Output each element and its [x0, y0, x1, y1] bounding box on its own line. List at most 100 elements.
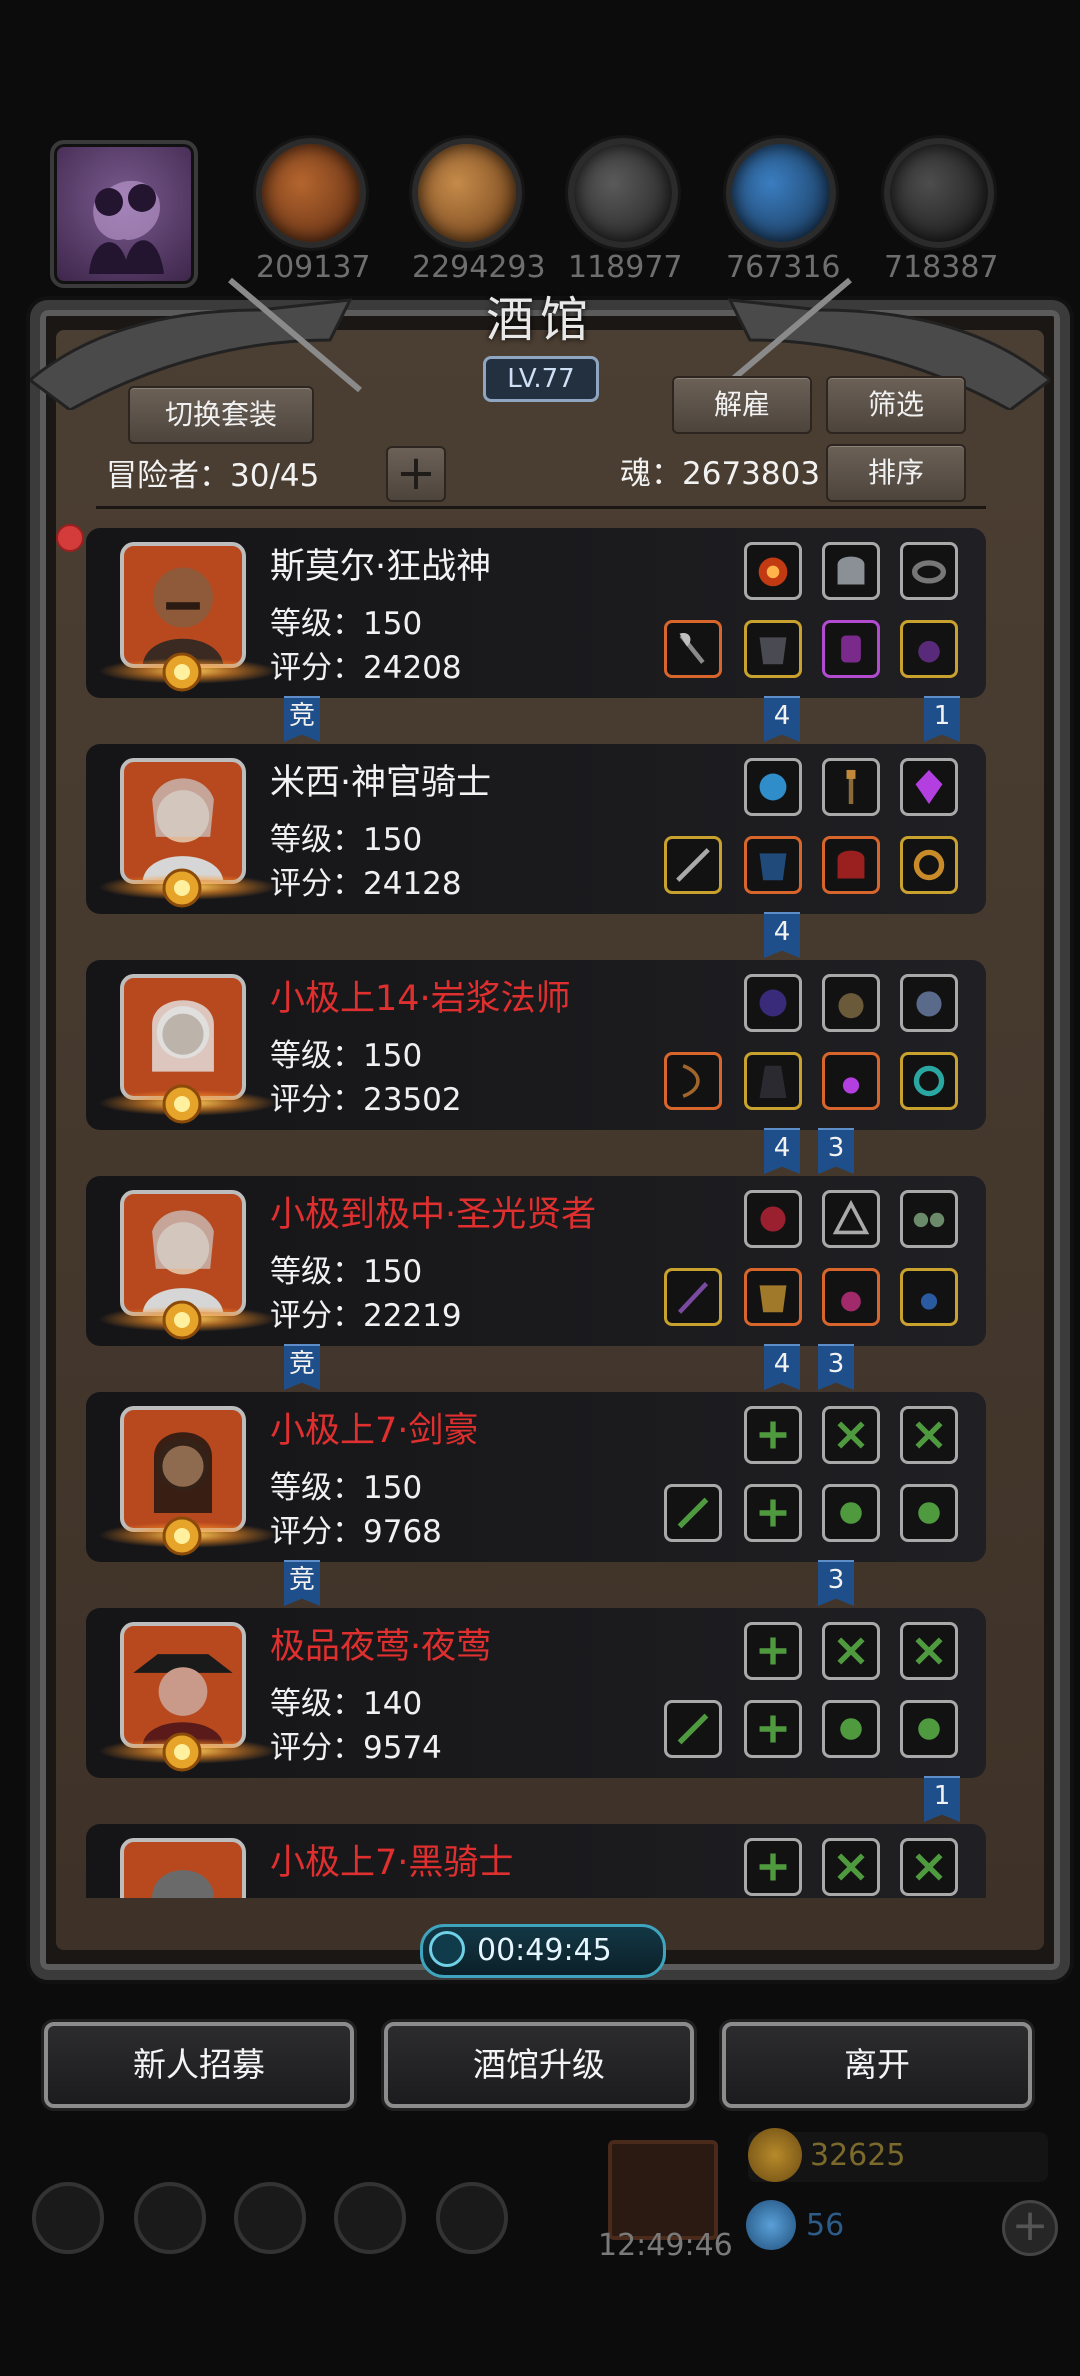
- blue-pendant-icon[interactable]: [900, 1268, 958, 1326]
- hero-row[interactable]: 小极上14·岩浆法师 等级：150 评分：23502: [86, 960, 986, 1130]
- hero-level: 等级：150: [270, 822, 423, 858]
- resource-stone[interactable]: 118977: [568, 138, 683, 285]
- sort-button[interactable]: 排序: [826, 444, 966, 502]
- empty-slot-icon[interactable]: [744, 1406, 802, 1464]
- sun-emblem-icon: [162, 1732, 202, 1772]
- player-portrait[interactable]: [50, 140, 198, 288]
- resource-iron[interactable]: 718387: [884, 138, 999, 285]
- resource-wood[interactable]: 209137: [256, 138, 371, 285]
- blue-orb-icon[interactable]: [744, 758, 802, 816]
- red-orb-icon[interactable]: [744, 1190, 802, 1248]
- star-icon[interactable]: [134, 2182, 206, 2254]
- empty-slot-icon[interactable]: [664, 1484, 722, 1542]
- bag-icon[interactable]: [436, 2182, 508, 2254]
- add-currency-button[interactable]: +: [1002, 2200, 1058, 2256]
- gauntlet-icon[interactable]: [822, 620, 880, 678]
- divider: [96, 506, 986, 509]
- sun-emblem-icon: [162, 652, 202, 692]
- filter-button[interactable]: 筛选: [826, 376, 966, 434]
- amulet-icon[interactable]: [900, 620, 958, 678]
- recruit-button[interactable]: 新人招募: [44, 2022, 354, 2108]
- dismiss-button[interactable]: 解雇: [672, 376, 812, 434]
- armor-icon[interactable]: [744, 620, 802, 678]
- staff-icon[interactable]: [822, 758, 880, 816]
- axe-icon[interactable]: [664, 620, 722, 678]
- count-tag: 3: [818, 1344, 854, 1390]
- belt-icon[interactable]: [900, 974, 958, 1032]
- hero-row[interactable]: 小极上7·剑豪 等级：150 评分：9768: [86, 1392, 986, 1562]
- mail-icon[interactable]: [334, 2182, 406, 2254]
- settings-icon[interactable]: [32, 2182, 104, 2254]
- hero-row[interactable]: 米西·神官骑士 等级：150 评分：24128: [86, 744, 986, 914]
- empty-slot-icon[interactable]: [822, 1838, 880, 1896]
- potion-icon[interactable]: [822, 1268, 880, 1326]
- empty-slot-icon[interactable]: [744, 1484, 802, 1542]
- adventurer-count: 冒险者：30/45: [106, 458, 320, 494]
- empty-slot-icon[interactable]: [900, 1838, 958, 1896]
- hero-row[interactable]: 极品夜莺·夜莺 等级：140 评分：9574: [86, 1608, 986, 1778]
- pendant-icon[interactable]: [822, 1052, 880, 1110]
- sun-emblem-icon: [162, 1516, 202, 1556]
- ring-icon[interactable]: [900, 542, 958, 600]
- fire-orb-icon[interactable]: [744, 542, 802, 600]
- blue-armor-icon[interactable]: [744, 836, 802, 894]
- hero-score: 评分：22219: [270, 1298, 462, 1334]
- gift-icon[interactable]: [608, 2140, 718, 2240]
- empty-slot-icon[interactable]: [900, 1622, 958, 1680]
- tower-icon[interactable]: [234, 2182, 306, 2254]
- hero-row[interactable]: 小极上7·黑骑士: [86, 1824, 986, 1898]
- empty-slot-icon[interactable]: [900, 1700, 958, 1758]
- notification-dot: [56, 524, 84, 552]
- wand-icon[interactable]: [664, 1268, 722, 1326]
- empty-slot-icon[interactable]: [900, 1484, 958, 1542]
- hero-avatar[interactable]: [120, 1838, 246, 1898]
- goggles-icon[interactable]: [900, 1190, 958, 1248]
- red-helm-icon[interactable]: [822, 836, 880, 894]
- switch-outfit-button[interactable]: 切换套装: [128, 386, 314, 444]
- hero-row[interactable]: 斯莫尔·狂战神 等级：150 评分：24208: [86, 528, 986, 698]
- count-tag: 4: [764, 912, 800, 958]
- arena-tag: 竞: [284, 696, 320, 742]
- hero-list[interactable]: 斯莫尔·狂战神 等级：150 评分：24208 竞 4 1 米西·神官骑士 等级…: [86, 528, 986, 1898]
- hero-level: 等级：150: [270, 1470, 423, 1506]
- hero-score: 评分：24208: [270, 650, 462, 686]
- count-tag: 3: [818, 1128, 854, 1174]
- stone-icon: [568, 138, 678, 248]
- resource-crystal[interactable]: 767316: [726, 138, 841, 285]
- tavern-title-plate: 酒馆: [420, 280, 660, 350]
- expand-capacity-button[interactable]: +: [386, 446, 446, 502]
- empty-slot-icon[interactable]: [900, 1406, 958, 1464]
- resource-plank[interactable]: 2294293: [412, 138, 546, 285]
- gold-amount: 32625: [810, 2138, 906, 2173]
- page-title: 酒馆: [485, 292, 594, 348]
- hero-row[interactable]: 小极到极中·圣光贤者 等级：150 评分：22219: [86, 1176, 986, 1346]
- bow-icon[interactable]: [664, 1052, 722, 1110]
- purple-gem-icon[interactable]: [900, 758, 958, 816]
- empty-slot-icon[interactable]: [664, 1700, 722, 1758]
- triangle-rune-icon[interactable]: [822, 1190, 880, 1248]
- empty-slot-icon[interactable]: [822, 1622, 880, 1680]
- count-tag: 4: [764, 1128, 800, 1174]
- upgrade-tavern-button[interactable]: 酒馆升级: [384, 2022, 694, 2108]
- empty-slot-icon[interactable]: [744, 1622, 802, 1680]
- hero-score: 评分：24128: [270, 866, 462, 902]
- robe-icon[interactable]: [744, 1052, 802, 1110]
- empty-slot-icon[interactable]: [822, 1484, 880, 1542]
- sun-emblem-icon: [162, 868, 202, 908]
- teal-ring-icon[interactable]: [900, 1052, 958, 1110]
- hero-level: 等级：140: [270, 1686, 423, 1722]
- cloak-icon[interactable]: [822, 974, 880, 1032]
- hero-name: 斯莫尔·狂战神: [270, 547, 492, 587]
- empty-slot-icon[interactable]: [822, 1700, 880, 1758]
- arena-tag: 竞: [284, 1560, 320, 1606]
- empty-slot-icon[interactable]: [744, 1838, 802, 1896]
- leave-button[interactable]: 离开: [722, 2022, 1032, 2108]
- empty-slot-icon[interactable]: [822, 1406, 880, 1464]
- spear-icon[interactable]: [664, 836, 722, 894]
- gold-armor-icon[interactable]: [744, 1268, 802, 1326]
- dark-orb-icon[interactable]: [744, 974, 802, 1032]
- sun-emblem-icon: [162, 1300, 202, 1340]
- empty-slot-icon[interactable]: [744, 1700, 802, 1758]
- helmet-icon[interactable]: [822, 542, 880, 600]
- gold-ring-icon[interactable]: [900, 836, 958, 894]
